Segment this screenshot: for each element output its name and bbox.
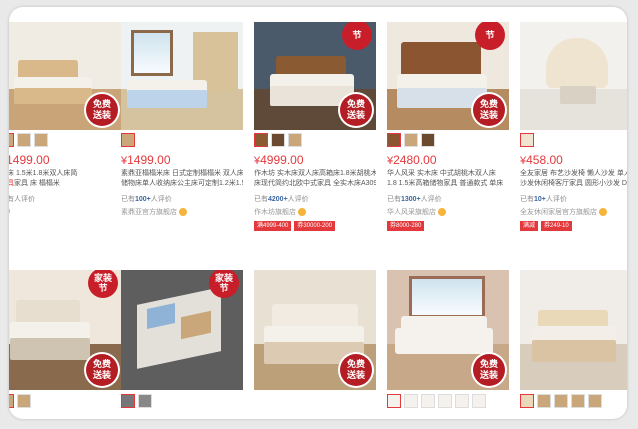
promo-tags: 满减 券249-10 bbox=[520, 221, 572, 231]
product-image[interactable]: 免费 送装 bbox=[254, 270, 376, 390]
price: ¥4999.00 bbox=[254, 153, 304, 167]
price: ¥458.00 bbox=[520, 153, 563, 167]
color-thumbnails[interactable] bbox=[121, 394, 152, 408]
free-install-badge: 免费 送装 bbox=[473, 354, 505, 386]
color-thumb[interactable] bbox=[121, 394, 135, 408]
product-image[interactable] bbox=[121, 22, 243, 130]
product-image[interactable]: 节 免费 送装 bbox=[387, 22, 509, 130]
price: ¥2480.00 bbox=[387, 153, 437, 167]
promo-tag: 满减 bbox=[520, 221, 539, 231]
coin-icon bbox=[9, 207, 10, 215]
color-thumbnails[interactable] bbox=[387, 394, 486, 408]
free-install-badge: 免费 送装 bbox=[86, 354, 118, 386]
review-count[interactable]: 已有10+人评价 bbox=[520, 194, 567, 204]
color-thumb[interactable] bbox=[288, 133, 302, 147]
review-count[interactable]: 已有1300+人评价 bbox=[387, 194, 442, 204]
product-image[interactable]: 家装节 bbox=[121, 270, 243, 390]
product-title[interactable]: 全友家居 布艺沙发椅 懒人沙发 单人 沙发休闲椅客厅家具 圆形小沙发 D bbox=[520, 169, 627, 189]
color-thumb[interactable] bbox=[537, 394, 551, 408]
free-install-badge: 免费 送装 bbox=[473, 94, 505, 126]
color-thumbnails[interactable] bbox=[9, 394, 31, 408]
color-thumb[interactable] bbox=[254, 133, 268, 147]
product-image[interactable]: 节 免费 送装 bbox=[254, 22, 376, 130]
promo-tags: 券8000-280 bbox=[387, 221, 425, 231]
product-image[interactable] bbox=[520, 270, 627, 390]
product-image[interactable]: 免费 送装 bbox=[9, 22, 122, 130]
product-image[interactable] bbox=[520, 22, 627, 130]
color-thumb[interactable] bbox=[554, 394, 568, 408]
shop-name[interactable] bbox=[9, 207, 10, 215]
review-count[interactable]: 已有人评价 bbox=[9, 194, 35, 204]
color-thumb[interactable] bbox=[121, 133, 135, 147]
coin-icon bbox=[599, 208, 607, 216]
color-thumbnails[interactable] bbox=[121, 133, 135, 147]
color-thumb[interactable] bbox=[138, 394, 152, 408]
free-install-badge: 免费 送装 bbox=[340, 354, 372, 386]
color-thumb[interactable] bbox=[17, 394, 31, 408]
product-image[interactable]: 免费 送装 bbox=[387, 270, 509, 390]
color-thumb[interactable] bbox=[34, 133, 48, 147]
color-thumbnails[interactable] bbox=[254, 133, 302, 147]
color-thumb[interactable] bbox=[9, 133, 14, 147]
promo-tags: 满4999-400 券30000-200 bbox=[254, 221, 336, 231]
color-thumb[interactable] bbox=[455, 394, 469, 408]
color-thumb[interactable] bbox=[520, 133, 534, 147]
festival-badge: 家装节 bbox=[209, 270, 239, 298]
color-thumbnails[interactable] bbox=[9, 133, 48, 147]
review-count[interactable]: 已有100+人评价 bbox=[121, 194, 172, 204]
product-title[interactable]: 华人风采 实木床 中式胡桃木双人床 1.8 1.5米高箱储物家具 普通款式 单床 bbox=[387, 169, 509, 189]
promo-tag: 满4999-400 bbox=[254, 221, 292, 231]
product-grid-frame: 免费送装 ¥1499.00 木床 1.5米1.8米双人床简 家具家具 床 榻榻米… bbox=[9, 7, 627, 419]
color-thumbnails[interactable] bbox=[387, 133, 435, 147]
color-thumb[interactable] bbox=[404, 394, 418, 408]
color-thumb[interactable] bbox=[421, 133, 435, 147]
shop-name[interactable]: 全友休闲家居官方旗舰店 bbox=[520, 207, 607, 217]
promo-tag: 券8000-280 bbox=[387, 221, 425, 231]
coin-icon bbox=[298, 208, 306, 216]
color-thumb[interactable] bbox=[17, 133, 31, 147]
product-title[interactable]: 作木坊 实木床双人床高箱床1.8米胡桃木 床现代简约北欧中式家具 全实木床A30… bbox=[254, 169, 376, 189]
free-install-badge: 免费 送装 bbox=[86, 94, 118, 126]
product-title[interactable]: 素鼎亚榻榻米床 日式定制榻榻米 双人床 储物床单人收纳床公主床可定制1.2米1.… bbox=[121, 169, 243, 189]
review-count[interactable]: 已有4200+人评价 bbox=[254, 194, 309, 204]
coin-icon bbox=[438, 208, 446, 216]
color-thumb[interactable] bbox=[438, 394, 452, 408]
shop-name[interactable]: 作木坊旗舰店 bbox=[254, 207, 306, 217]
color-thumb[interactable] bbox=[9, 394, 14, 408]
color-thumbnails[interactable] bbox=[520, 133, 534, 147]
color-thumb[interactable] bbox=[571, 394, 585, 408]
promo-tag: 券249-10 bbox=[541, 221, 572, 231]
color-thumb[interactable] bbox=[472, 394, 486, 408]
promo-tag: 券30000-200 bbox=[294, 221, 336, 231]
color-thumbnails[interactable] bbox=[520, 394, 602, 408]
shop-name[interactable]: 素鼎亚官方旗舰店 bbox=[121, 207, 187, 217]
color-thumb[interactable] bbox=[387, 133, 401, 147]
color-thumb[interactable] bbox=[404, 133, 418, 147]
color-thumb[interactable] bbox=[588, 394, 602, 408]
free-install-badge: 免费 送装 bbox=[340, 94, 372, 126]
price: ¥1499.00 bbox=[121, 153, 171, 167]
color-thumb[interactable] bbox=[421, 394, 435, 408]
price: ¥1499.00 bbox=[9, 153, 50, 167]
coin-icon bbox=[179, 208, 187, 216]
color-thumb[interactable] bbox=[387, 394, 401, 408]
product-title[interactable]: 木床 1.5米1.8米双人床简 家具家具 床 榻榻米 bbox=[9, 169, 122, 189]
product-image[interactable]: 家装节 免费 送装 bbox=[9, 270, 122, 390]
color-thumb[interactable] bbox=[520, 394, 534, 408]
shop-name[interactable]: 华人风采旗舰店 bbox=[387, 207, 446, 217]
color-thumb[interactable] bbox=[271, 133, 285, 147]
